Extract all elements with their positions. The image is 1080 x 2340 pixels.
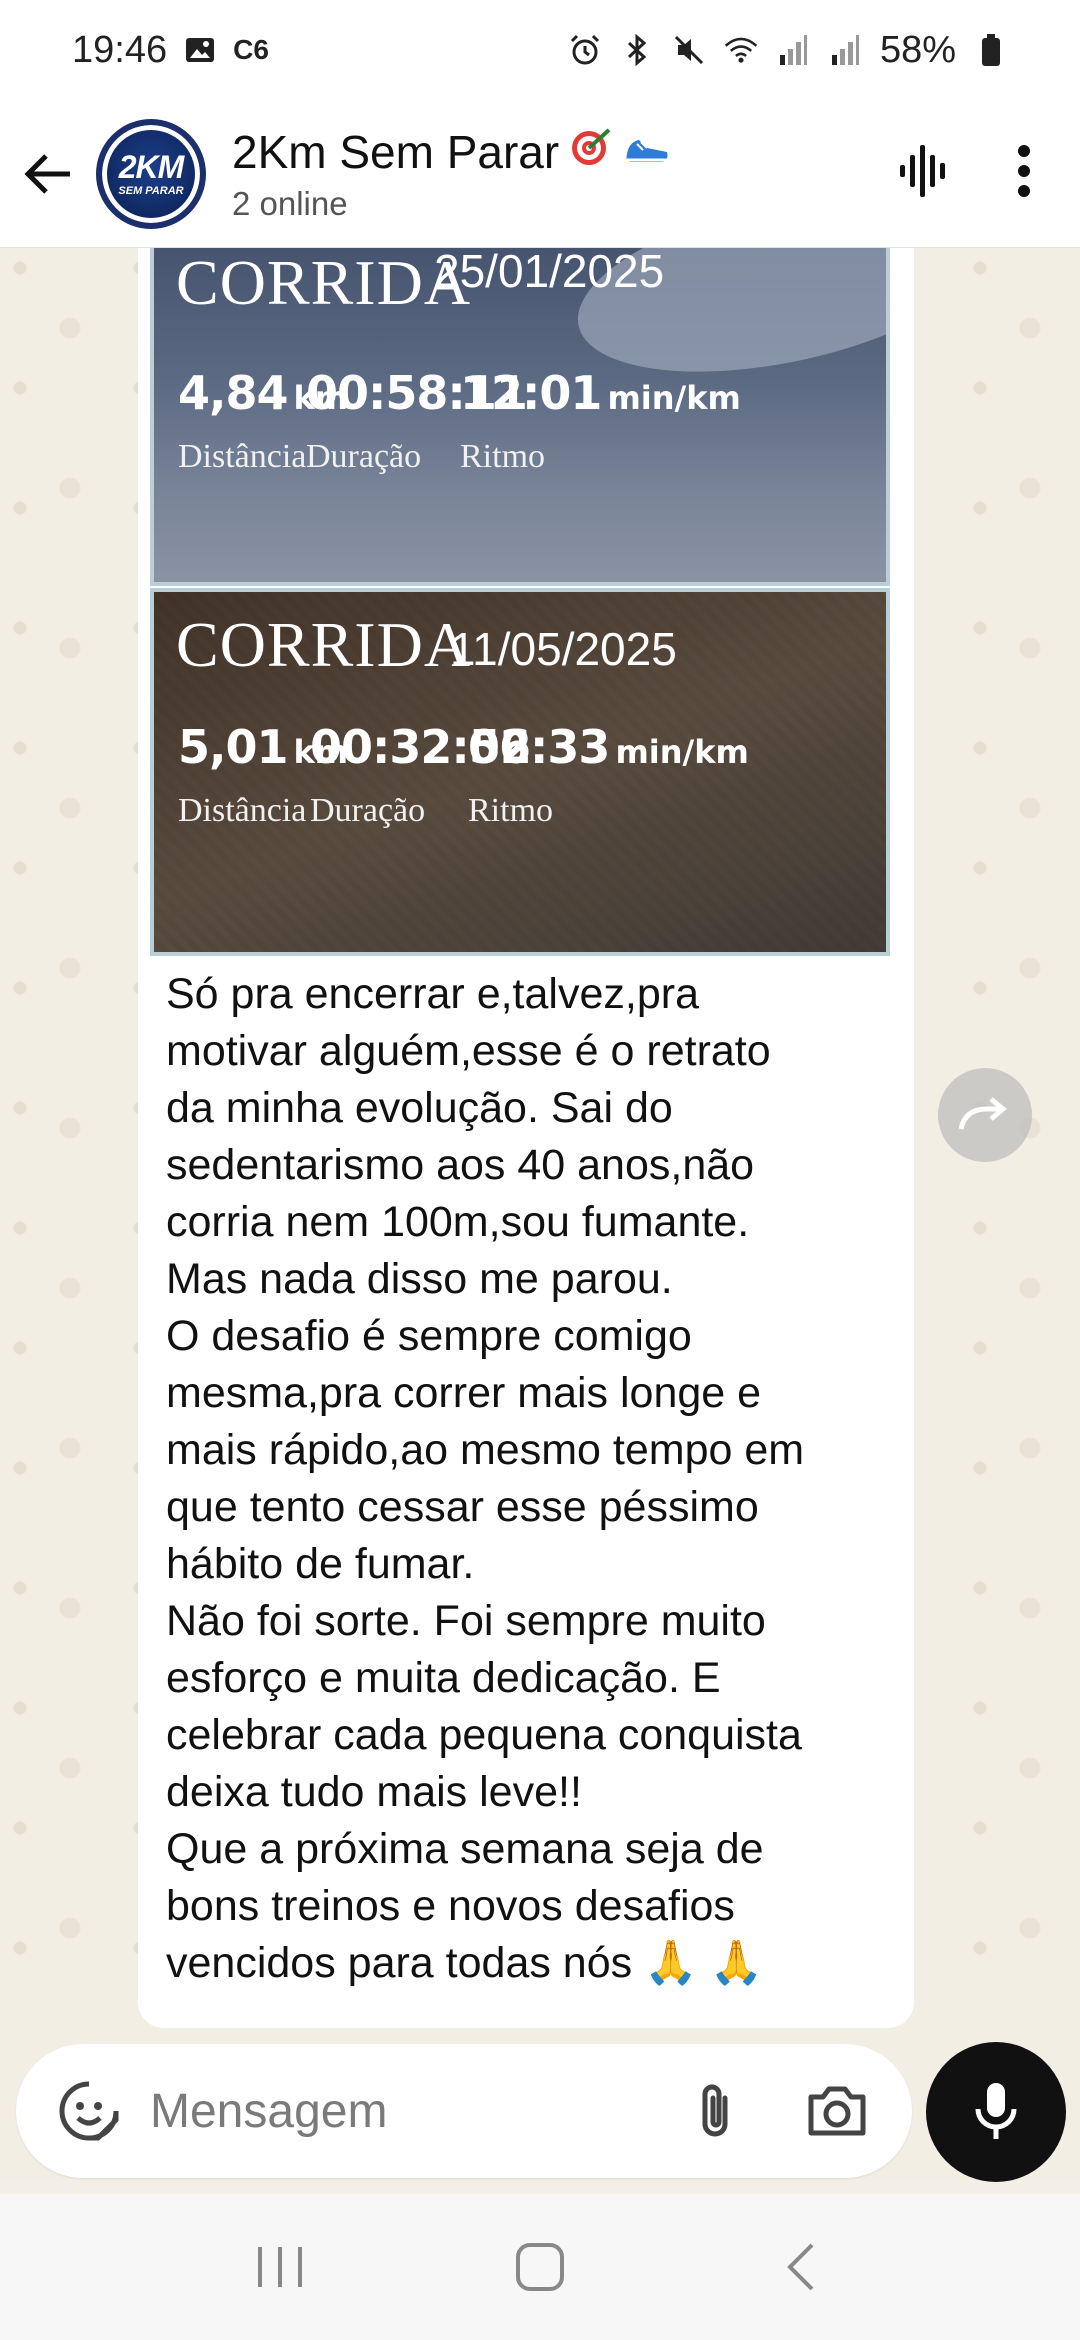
wifi-icon — [724, 33, 758, 67]
run-summary-image-1[interactable]: CORRIDA 25/01/2025 4,84 km Distância 00:5… — [150, 248, 890, 586]
carrier-notification-label: C6 — [233, 34, 269, 65]
run-title: CORRIDA — [176, 248, 472, 318]
pace-unit: min/km — [615, 733, 749, 771]
alarm-icon — [568, 33, 602, 67]
message-bubble[interactable]: CORRIDA 25/01/2025 4,84 km Distância 00:5… — [138, 248, 914, 2028]
chat-area[interactable]: CORRIDA 25/01/2025 4,84 km Distância 00:5… — [0, 248, 1080, 2030]
group-avatar[interactable]: 2KM SEM PARAR — [96, 118, 206, 229]
pace-value: 06:33 — [468, 720, 610, 774]
signal-2-icon — [828, 33, 862, 67]
mute-icon — [672, 33, 706, 67]
home-button[interactable] — [480, 2217, 600, 2317]
battery-icon — [974, 33, 1008, 67]
run-date: 11/05/2025 — [450, 623, 677, 675]
pace-metric: 12:01 min/km Ritmo — [460, 366, 741, 476]
chevron-left-icon — [787, 2243, 814, 2291]
paperclip-icon — [702, 2084, 728, 2137]
avatar-logo-subtext: SEM PARAR — [118, 184, 184, 197]
system-nav-bar — [0, 2194, 1080, 2340]
status-bar: 19:46 C6 58% — [0, 0, 1080, 100]
recent-apps-icon — [258, 2247, 302, 2287]
run-title: CORRIDA — [176, 609, 472, 680]
back-button[interactable] — [0, 100, 96, 248]
recent-apps-button[interactable] — [220, 2217, 340, 2317]
pace-unit: min/km — [607, 379, 741, 417]
gallery-notification-icon — [183, 33, 217, 67]
battery-percent: 58% — [879, 28, 956, 71]
run-date: 25/01/2025 — [434, 248, 665, 297]
status-left: 19:46 C6 — [72, 29, 269, 72]
home-square-icon — [516, 2243, 564, 2291]
chat-header: 2KM SEM PARAR 2Km Sem Parar 2 online — [0, 100, 1080, 248]
distance-value: 4,84 — [178, 366, 288, 420]
bluetooth-icon — [620, 33, 654, 67]
input-pill — [16, 2044, 912, 2178]
forward-button[interactable] — [938, 1068, 1032, 1162]
microphone-icon — [975, 2083, 1017, 2139]
pace-value: 12:01 — [460, 366, 602, 420]
voice-chat-button[interactable] — [894, 141, 954, 206]
status-time: 19:46 — [72, 28, 168, 71]
group-title: 2Km Sem Parar — [232, 124, 671, 179]
target-dart-icon — [569, 124, 613, 179]
audio-waveform-icon — [900, 145, 945, 197]
sticker-smiley-icon — [59, 2081, 119, 2141]
header-actions — [894, 141, 1080, 206]
voice-record-button[interactable] — [926, 2042, 1066, 2182]
run-summary-image-2[interactable]: CORRIDA 11/05/2025 5,01 km Distância 00:3… — [150, 588, 890, 956]
sticker-button[interactable] — [44, 2066, 134, 2156]
camera-icon — [808, 2086, 866, 2136]
header-text[interactable]: 2Km Sem Parar 2 online — [232, 124, 671, 223]
pace-label: Ritmo — [468, 792, 554, 829]
more-vertical-icon — [1018, 145, 1030, 197]
online-status: 2 online — [232, 185, 348, 222]
back-nav-button[interactable] — [740, 2217, 860, 2317]
pace-metric: 06:33 min/km Ritmo — [468, 720, 749, 830]
group-name: 2Km Sem Parar — [232, 125, 560, 178]
camera-button[interactable] — [792, 2066, 882, 2156]
message-input[interactable] — [150, 2083, 670, 2139]
pace-label: Ritmo — [460, 438, 546, 475]
running-shoe-icon — [623, 125, 671, 179]
forward-arrow-icon — [958, 1097, 1007, 1130]
avatar-logo-text: 2KM — [118, 148, 185, 185]
status-right: 58% — [568, 29, 1008, 72]
more-options-button[interactable] — [1014, 143, 1034, 204]
message-text: Só pra encerrar e,talvez,pra motivar alg… — [166, 970, 805, 1987]
signal-1-icon — [776, 33, 810, 67]
distance-value: 5,01 — [178, 720, 288, 774]
back-arrow-icon — [24, 153, 70, 194]
whatsapp-chat-screen: 19:46 C6 58% 2KM SEM PARAR 2Km Sem Parar… — [0, 0, 1080, 2340]
attach-button[interactable] — [680, 2066, 750, 2156]
message-composer — [0, 2030, 1080, 2182]
